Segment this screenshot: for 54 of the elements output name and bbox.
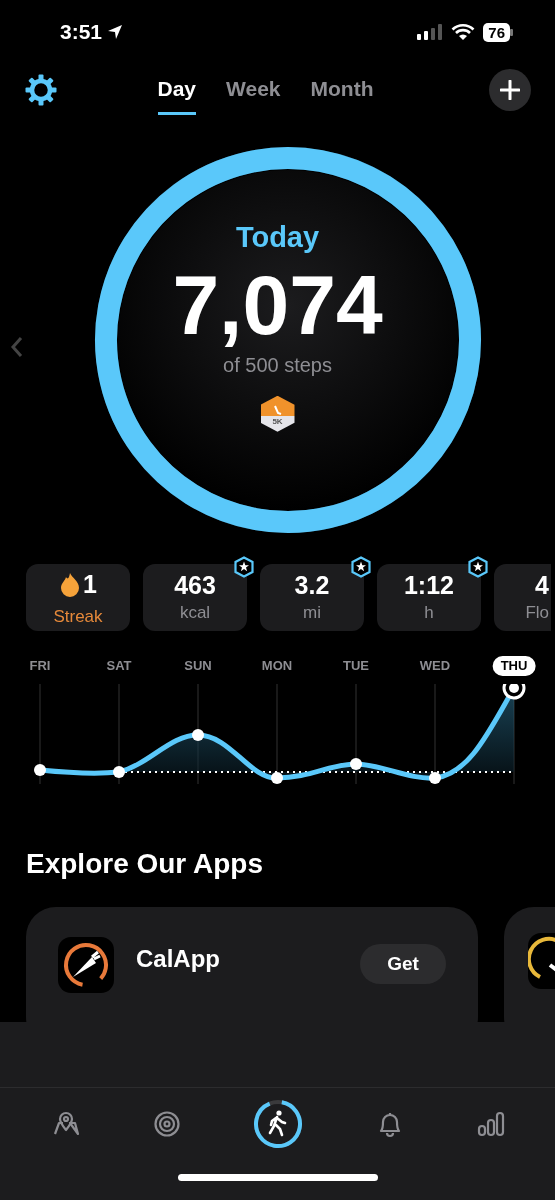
data-point — [271, 772, 283, 784]
period-tab[interactable]: Week — [226, 64, 281, 116]
stat-value: 3.2 — [294, 569, 330, 600]
ring-title: Today — [235, 220, 320, 256]
stat-card[interactable]: 4 Flo — [494, 564, 551, 631]
day-label[interactable]: THU — [492, 656, 536, 676]
data-point — [113, 766, 125, 778]
day-label[interactable]: MON — [253, 656, 301, 676]
battery-tip-icon — [510, 28, 513, 36]
stat-label: kcal — [179, 601, 211, 624]
day-label[interactable]: TUE — [335, 656, 377, 676]
location-arrow-icon — [106, 23, 125, 41]
data-point — [192, 729, 204, 741]
stat-value: 1:12 — [403, 569, 454, 600]
current-data-point — [502, 684, 526, 700]
stat-label: mi — [303, 601, 321, 624]
add-button[interactable] — [489, 69, 531, 111]
signal-icon — [417, 24, 444, 40]
day-label[interactable]: WED — [411, 656, 459, 676]
data-point — [350, 758, 362, 770]
stat-card[interactable]: 1 Streak — [26, 564, 130, 631]
plus-icon — [500, 80, 520, 100]
app-name: CalApp — [136, 944, 221, 974]
get-button[interactable]: Get — [360, 944, 446, 984]
stat-label: Flo — [525, 601, 549, 624]
day-label[interactable]: FRI — [21, 656, 59, 676]
stat-card[interactable]: 3.2 mi — [260, 564, 364, 631]
stat-label: Streak — [53, 605, 103, 628]
battery-level: 76 — [483, 22, 510, 42]
gauge-app-icon — [528, 933, 555, 989]
stat-card[interactable]: 1:12 h — [377, 564, 481, 631]
flame-icon — [59, 571, 82, 598]
bar-chart-icon[interactable] — [475, 1109, 506, 1139]
walking-person-icon[interactable] — [251, 1098, 304, 1150]
step-goal: of 500 steps — [223, 352, 332, 378]
target-icon[interactable] — [152, 1110, 181, 1138]
settings-icon[interactable] — [24, 73, 58, 107]
period-tab[interactable]: Day — [157, 64, 197, 116]
day-label[interactable]: SAT — [98, 656, 140, 676]
carrot-app-icon — [58, 937, 114, 993]
stat-value: 463 — [174, 569, 216, 600]
wifi-icon — [451, 23, 476, 41]
stat-label: h — [424, 601, 434, 624]
step-count: 7,074 — [172, 259, 383, 350]
stat-card[interactable]: 463 kcal — [143, 564, 247, 631]
app-card[interactable]: CalApp Get — [26, 907, 478, 1022]
status-time: 3:51 — [60, 19, 103, 46]
stat-value: 1 — [83, 569, 97, 600]
stat-value: 4 — [535, 569, 549, 600]
section-title: Explore Our Apps — [25, 847, 264, 881]
period-tab[interactable]: Month — [310, 64, 374, 116]
day-label[interactable]: SUN — [176, 656, 220, 676]
data-point — [429, 772, 441, 784]
data-point — [34, 764, 46, 776]
